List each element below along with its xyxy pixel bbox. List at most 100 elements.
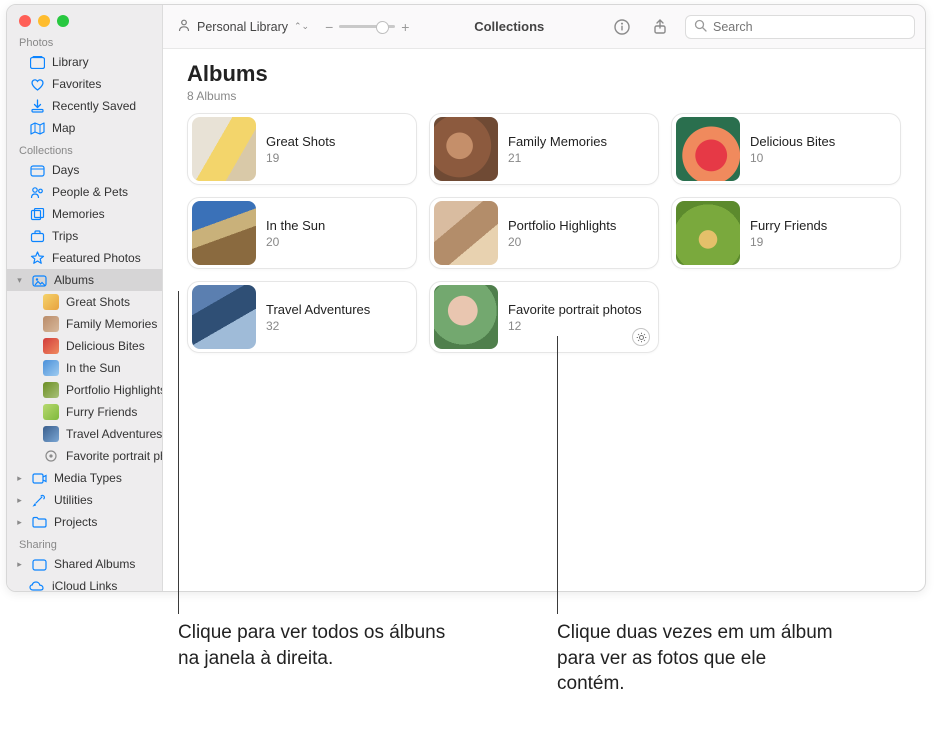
sidebar-album-travel-adventures[interactable]: Travel Adventures [7, 423, 162, 445]
sidebar-item-favorites[interactable]: Favorites [7, 73, 162, 95]
album-thumbnail-icon [43, 294, 59, 310]
album-title: Travel Adventures [266, 302, 370, 317]
album-card[interactable]: Favorite portrait photos 12 [429, 281, 659, 353]
sidebar-item-featured-photos[interactable]: Featured Photos [7, 247, 162, 269]
album-count: 21 [508, 151, 607, 165]
sidebar-album-in-the-sun[interactable]: In the Sun [7, 357, 162, 379]
album-count: 12 [508, 319, 642, 333]
album-thumbnail [434, 117, 498, 181]
sidebar-item-label: People & Pets [52, 184, 152, 200]
download-icon [29, 98, 45, 114]
zoom-control: − + [325, 19, 409, 35]
sidebar-album-favorite-portrait[interactable]: Favorite portrait photos [7, 445, 162, 467]
memories-icon [29, 206, 45, 222]
zoom-slider[interactable] [339, 25, 395, 28]
sidebar-item-label: Delicious Bites [66, 338, 152, 354]
sidebar-album-delicious-bites[interactable]: Delicious Bites [7, 335, 162, 357]
shared-album-icon [31, 556, 47, 572]
callout-text-left: Clique para ver todos os álbuns na janel… [178, 620, 458, 671]
album-title: Portfolio Highlights [508, 218, 616, 233]
sidebar-item-label: Travel Adventures [66, 426, 162, 442]
library-popup-label: Personal Library [197, 20, 288, 34]
search-field[interactable] [685, 15, 915, 39]
album-title: Favorite portrait photos [508, 302, 642, 317]
library-popup[interactable]: Personal Library ⌃⌄ [173, 16, 313, 37]
sidebar-item-albums[interactable]: ▾ Albums [7, 269, 162, 291]
album-thumbnail [434, 285, 498, 349]
sidebar-item-label: Portfolio Highlights [66, 382, 163, 398]
page-title: Albums [187, 61, 901, 87]
chevron-right-icon[interactable]: ▸ [15, 556, 24, 572]
search-input[interactable] [713, 20, 906, 34]
album-title: In the Sun [266, 218, 325, 233]
sidebar-item-shared-albums[interactable]: ▸ Shared Albums [7, 553, 162, 575]
heart-icon [29, 76, 45, 92]
album-thumbnail [676, 201, 740, 265]
sidebar: Photos Library Favorites Recently Saved … [7, 5, 163, 591]
album-thumbnail-icon [43, 404, 59, 420]
minimize-window-button[interactable] [38, 15, 50, 27]
sidebar-item-label: Media Types [54, 470, 152, 486]
album-card[interactable]: Travel Adventures 32 [187, 281, 417, 353]
sidebar-item-label: Albums [54, 272, 152, 288]
close-window-button[interactable] [19, 15, 31, 27]
sidebar-section-sharing: Sharing [7, 533, 162, 553]
album-card[interactable]: Delicious Bites 10 [671, 113, 901, 185]
chevron-right-icon[interactable]: ▸ [15, 470, 24, 486]
zoom-out-button[interactable]: − [325, 19, 333, 35]
album-title: Furry Friends [750, 218, 827, 233]
album-title: Delicious Bites [750, 134, 835, 149]
album-thumbnail-icon [43, 382, 59, 398]
sidebar-album-furry-friends[interactable]: Furry Friends [7, 401, 162, 423]
map-icon [29, 120, 45, 136]
person-icon [177, 18, 191, 35]
sidebar-item-label: iCloud Links [52, 578, 152, 591]
sidebar-item-memories[interactable]: Memories [7, 203, 162, 225]
sidebar-item-label: Projects [54, 514, 152, 530]
album-thumbnail [676, 117, 740, 181]
info-button[interactable] [609, 14, 635, 40]
album-thumbnail-icon [43, 360, 59, 376]
sidebar-item-trips[interactable]: Trips [7, 225, 162, 247]
sidebar-item-projects[interactable]: ▸ Projects [7, 511, 162, 533]
gear-icon[interactable] [632, 328, 650, 346]
callout-text-right: Clique duas vezes em um álbum para ver a… [557, 620, 837, 697]
album-thumbnail-icon [43, 338, 59, 354]
callout-line [178, 291, 179, 614]
chevron-right-icon[interactable]: ▸ [15, 492, 24, 508]
sidebar-item-label: Memories [52, 206, 152, 222]
sidebar-item-recently-saved[interactable]: Recently Saved [7, 95, 162, 117]
album-thumbnail [192, 285, 256, 349]
people-icon [29, 184, 45, 200]
page-subtitle: 8 Albums [187, 89, 901, 103]
album-card[interactable]: Portfolio Highlights 20 [429, 197, 659, 269]
zoom-window-button[interactable] [57, 15, 69, 27]
sidebar-item-icloud-links[interactable]: iCloud Links [7, 575, 162, 591]
chevron-down-icon[interactable]: ▾ [15, 272, 24, 288]
folder-icon [31, 514, 47, 530]
sidebar-item-media-types[interactable]: ▸ Media Types [7, 467, 162, 489]
album-icon [31, 272, 47, 288]
sidebar-item-utilities[interactable]: ▸ Utilities [7, 489, 162, 511]
album-card[interactable]: Family Memories 21 [429, 113, 659, 185]
sidebar-item-days[interactable]: Days [7, 159, 162, 181]
chevron-right-icon[interactable]: ▸ [15, 514, 24, 530]
sidebar-item-label: Favorite portrait photos [66, 448, 163, 464]
album-thumbnail [192, 201, 256, 265]
album-card[interactable]: In the Sun 20 [187, 197, 417, 269]
share-button[interactable] [647, 14, 673, 40]
cloud-icon [29, 578, 45, 591]
album-card[interactable]: Great Shots 19 [187, 113, 417, 185]
toolbar: Personal Library ⌃⌄ − + Collections [163, 5, 925, 49]
sidebar-item-label: Recently Saved [52, 98, 152, 114]
toolbar-title: Collections [474, 19, 544, 34]
album-card[interactable]: Furry Friends 19 [671, 197, 901, 269]
sidebar-album-family-memories[interactable]: Family Memories [7, 313, 162, 335]
sidebar-item-people-pets[interactable]: People & Pets [7, 181, 162, 203]
sidebar-item-map[interactable]: Map [7, 117, 162, 139]
sidebar-album-portfolio-highlights[interactable]: Portfolio Highlights [7, 379, 162, 401]
sidebar-album-great-shots[interactable]: Great Shots [7, 291, 162, 313]
sidebar-item-library[interactable]: Library [7, 51, 162, 73]
zoom-in-button[interactable]: + [401, 19, 409, 35]
album-count: 10 [750, 151, 835, 165]
